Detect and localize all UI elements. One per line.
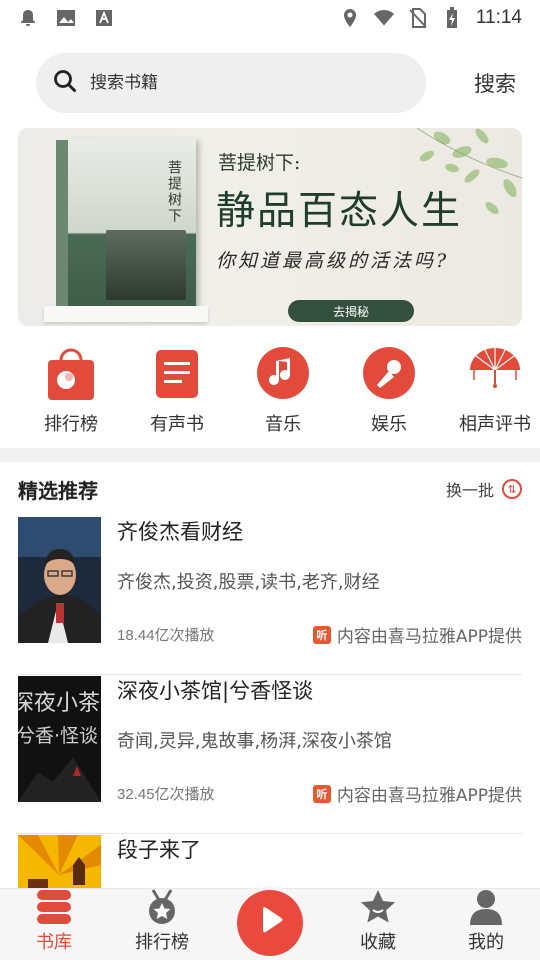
refresh-batch-button[interactable]: 换一批 ⇅	[446, 477, 522, 501]
location-icon	[340, 8, 360, 28]
list-item[interactable]: 齐俊杰看财经 齐俊杰,投资,股票,读书,老齐,财经 18.44亿次播放 听 内容…	[18, 516, 522, 675]
item-title: 齐俊杰看财经	[117, 520, 243, 544]
book-cover: 菩提树下	[56, 138, 196, 310]
microphone-icon	[362, 346, 416, 400]
banner-reveal-button[interactable]: 去揭秘	[288, 300, 414, 322]
user-icon	[466, 888, 506, 926]
item-title: 段子来了	[117, 838, 201, 862]
recommend-header: 精选推荐 换一批 ⇅	[18, 474, 522, 504]
banner-tagline: 你知道最高级的活法吗?	[216, 250, 450, 272]
book-cover-title: 菩提树下	[166, 160, 182, 224]
search-bar: 搜索	[36, 52, 522, 114]
notification-bell-icon	[18, 8, 38, 28]
banner-title: 静品百态人生	[216, 189, 463, 234]
banner-subtitle: 菩提树下:	[218, 152, 301, 174]
fan-icon	[468, 346, 522, 400]
cover-text-sub: 兮香·怪谈	[18, 725, 98, 747]
promo-banner[interactable]: 菩提树下 菩提树下: 静品百态人生 你知道最高级的活法吗? 去揭秘	[18, 128, 522, 326]
tab-label: 我的	[468, 932, 504, 953]
ximalaya-listen-icon: 听	[312, 784, 331, 803]
tab-profile[interactable]: 我的	[432, 889, 540, 960]
tab-label: 排行榜	[135, 932, 189, 953]
tab-library[interactable]: 书库	[0, 889, 108, 960]
item-source-label: 内容由喜马拉雅APP提供	[336, 627, 522, 647]
wifi-icon	[373, 8, 394, 28]
music-note-icon	[256, 346, 310, 400]
tab-ranking[interactable]: 排行榜	[108, 889, 216, 960]
refresh-icon: ⇅	[502, 479, 522, 499]
text-a-icon	[94, 8, 114, 28]
list-item[interactable]: 深夜小茶馆 兮香·怪谈 深夜小茶馆|兮香怪谈 奇闻,灵异,鬼故事,杨湃,深夜小茶…	[18, 675, 522, 834]
item-source: 听 内容由喜马拉雅APP提供	[312, 781, 522, 806]
play-button[interactable]	[237, 890, 303, 956]
book-cover-photo	[106, 230, 186, 300]
search-box[interactable]	[36, 53, 426, 113]
image-icon	[56, 8, 76, 28]
category-audiobook[interactable]: 有声书	[124, 346, 230, 436]
play-icon	[253, 904, 287, 942]
star-icon	[358, 888, 398, 926]
item-tags: 奇闻,灵异,鬼故事,杨湃,深夜小茶馆	[117, 731, 392, 752]
item-play-count: 18.44亿次播放	[117, 627, 215, 644]
category-label: 娱乐	[371, 414, 407, 435]
category-ranking[interactable]: 排行榜	[18, 346, 124, 436]
category-label: 排行榜	[44, 414, 98, 435]
tab-label: 书库	[36, 932, 72, 953]
item-cover-image: 深夜小茶馆 兮香·怪谈	[18, 676, 101, 802]
audiobook-icon	[150, 346, 204, 400]
category-label: 相声评书	[459, 414, 531, 435]
category-label: 音乐	[265, 414, 301, 435]
search-icon	[52, 68, 78, 98]
item-title: 深夜小茶馆|兮香怪谈	[117, 679, 314, 703]
category-crosstalk[interactable]: 相声评书	[442, 346, 540, 436]
ximalaya-listen-icon: 听	[312, 625, 331, 644]
no-sim-icon	[408, 8, 428, 28]
status-bar: 11:14	[0, 0, 540, 36]
search-input[interactable]	[90, 73, 370, 93]
cover-text-top: 深夜小茶馆	[18, 691, 101, 716]
recommend-title: 精选推荐	[18, 478, 98, 503]
refresh-label: 换一批	[445, 481, 494, 500]
item-play-count: 32.45亿次播放	[117, 786, 215, 803]
tab-favorites[interactable]: 收藏	[324, 889, 432, 960]
category-row: 排行榜 有声书 音乐 娱乐 相声评书	[18, 346, 540, 436]
section-divider	[0, 448, 540, 462]
category-entertainment[interactable]: 娱乐	[336, 346, 442, 436]
item-source-label: 内容由喜马拉雅APP提供	[336, 786, 522, 806]
item-cover-image	[18, 517, 101, 643]
search-button[interactable]: 搜索	[474, 68, 516, 98]
battery-charging-icon	[442, 7, 462, 28]
category-label: 有声书	[150, 414, 204, 435]
status-clock: 11:14	[475, 7, 522, 28]
ranking-bag-icon	[44, 346, 98, 400]
item-tags: 齐俊杰,投资,股票,读书,老齐,财经	[117, 572, 380, 593]
item-source: 听 内容由喜马拉雅APP提供	[312, 622, 522, 647]
bookshelf-icon	[34, 888, 74, 926]
category-music[interactable]: 音乐	[230, 346, 336, 436]
book-stand	[44, 306, 208, 322]
tab-label: 收藏	[360, 932, 396, 953]
medal-icon	[142, 888, 182, 926]
